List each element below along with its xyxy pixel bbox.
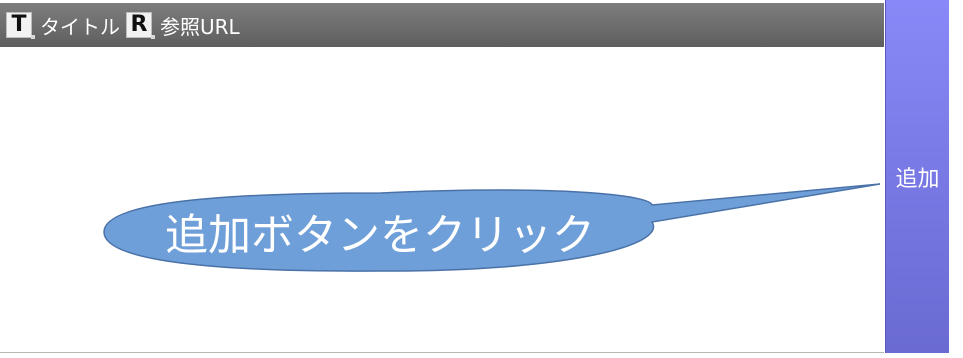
content-divider: [0, 352, 884, 353]
toolbar: T タイトル R 参照URL: [0, 3, 884, 47]
title-toolbar-item[interactable]: T タイトル: [6, 11, 120, 40]
title-label: タイトル: [40, 14, 120, 39]
corner-mark: [31, 35, 35, 39]
callout-text: 追加ボタンをクリック: [165, 211, 595, 261]
add-button-label: 追加: [895, 166, 940, 192]
corner-mark: [151, 35, 155, 39]
reference-url-toolbar-item[interactable]: R 参照URL: [126, 11, 240, 40]
window: T タイトル R 参照URL 追加 追加ボタンをクリック: [0, 0, 963, 358]
reference-icon-letter: R: [130, 12, 148, 37]
add-button[interactable]: 追加: [885, 0, 949, 353]
title-icon-letter: T: [11, 12, 27, 37]
reference-r-icon: R: [126, 12, 155, 39]
title-t-icon: T: [6, 12, 35, 39]
reference-url-label: 参照URL: [160, 14, 240, 39]
annotation-callout: [103, 183, 881, 272]
